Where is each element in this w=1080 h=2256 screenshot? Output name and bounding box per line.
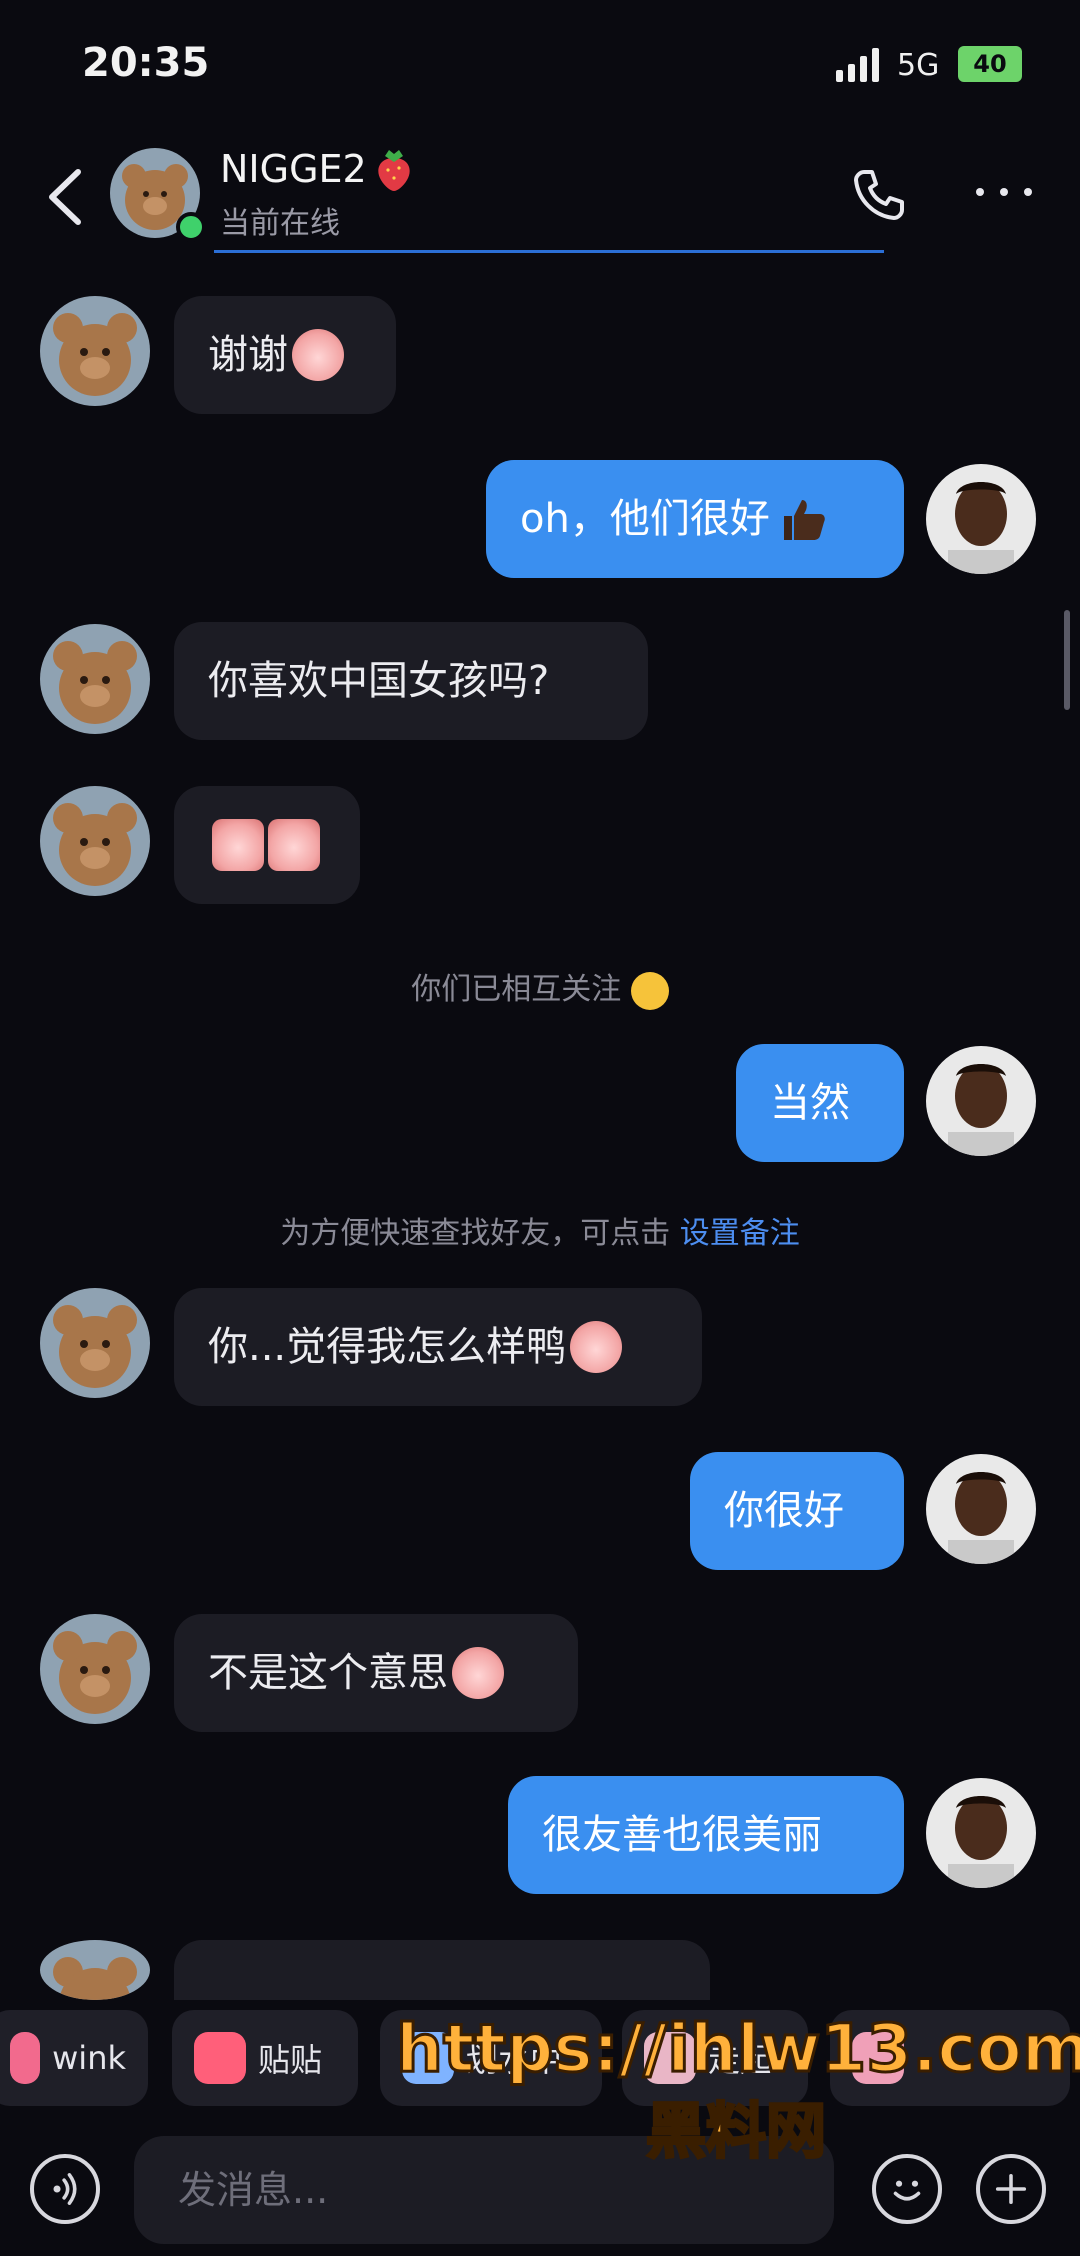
sticker-face-icon: [268, 819, 320, 871]
set-remark-link[interactable]: 设置备注: [680, 1216, 800, 1251]
user-avatar[interactable]: [926, 1454, 1036, 1564]
contact-avatar[interactable]: [40, 1940, 150, 2000]
phone-icon[interactable]: [850, 164, 910, 224]
contact-avatar[interactable]: [40, 1288, 150, 1398]
battery-icon: 40: [958, 46, 1022, 82]
message-bubble-incoming[interactable]: 你...觉得我怎么样鸭: [174, 1288, 702, 1406]
system-notice-remark: 为方便快速查找好友，可点击 设置备注: [0, 1208, 1080, 1252]
wink-face-icon: [630, 971, 669, 1010]
message-text: 谢谢: [208, 332, 288, 378]
user-avatar[interactable]: [926, 1046, 1036, 1156]
system-notice-text: 你们已相互关注: [411, 972, 622, 1007]
message-bubble-incoming[interactable]: [174, 1940, 710, 2000]
quick-reply-wink[interactable]: wink: [0, 2010, 148, 2106]
watermark: https://ihlw13.com 黑料网: [395, 2009, 1080, 2170]
status-time: 20:35: [82, 40, 210, 86]
header-underline: [214, 250, 884, 253]
sticker-face-icon: [212, 819, 264, 871]
more-dots-icon[interactable]: [976, 180, 1032, 204]
contact-avatar[interactable]: [40, 786, 150, 896]
status-bar: 20:35 5G 40: [0, 0, 1080, 130]
chat-header: NIGGE2 当前在线: [0, 140, 1080, 260]
contact-name[interactable]: NIGGE2: [220, 146, 415, 192]
scrollbar[interactable]: [1064, 610, 1070, 710]
signal-icon: [836, 48, 879, 82]
message-text: oh，他们很好: [520, 496, 770, 542]
message-text: 不是这个意思: [208, 1650, 448, 1696]
user-avatar[interactable]: [926, 464, 1036, 574]
network-type: 5G: [897, 48, 940, 83]
strawberry-icon: [378, 150, 410, 191]
contact-avatar[interactable]: [40, 1614, 150, 1724]
blushing-face-icon: [570, 1321, 623, 1373]
crying-face-icon: [292, 329, 344, 381]
watermark-url: https://ihlw13.com: [395, 2009, 1080, 2089]
contact-status: 当前在线: [220, 206, 340, 241]
contact-avatar[interactable]: [40, 296, 150, 406]
sticker-bubble-incoming[interactable]: [174, 786, 360, 904]
quick-reply-label: 贴贴: [258, 2041, 323, 2079]
thumbs-up-icon: [783, 500, 825, 540]
message-text: 你喜欢中国女孩吗?: [208, 658, 550, 704]
message-bubble-incoming[interactable]: 谢谢: [174, 296, 396, 414]
message-text: 你很好: [724, 1488, 844, 1534]
message-bubble-incoming[interactable]: 你喜欢中国女孩吗?: [174, 622, 648, 740]
contact-name-text: NIGGE2: [220, 147, 367, 191]
message-text: 当然: [770, 1080, 850, 1126]
message-text: 很友善也很美丽: [542, 1812, 822, 1858]
voice-icon[interactable]: [30, 2154, 100, 2224]
contact-avatar[interactable]: [40, 624, 150, 734]
message-bubble-incoming[interactable]: 不是这个意思: [174, 1614, 578, 1732]
quick-reply-tietie[interactable]: 贴贴: [172, 2010, 358, 2106]
message-bubble-outgoing[interactable]: 很友善也很美丽: [508, 1776, 904, 1894]
watermark-site: 黑料网: [645, 2096, 828, 2169]
message-text: 你...觉得我怎么样鸭: [208, 1324, 567, 1370]
user-avatar[interactable]: [926, 1778, 1036, 1888]
chevron-left-icon[interactable]: [40, 162, 90, 232]
hug-sticker-icon: [194, 2032, 246, 2084]
online-indicator: [176, 212, 206, 242]
wink-sticker-icon: [10, 2032, 41, 2084]
quick-reply-label: wink: [52, 2039, 126, 2077]
system-notice-text: 为方便快速查找好友，可点击: [280, 1216, 671, 1251]
message-bubble-outgoing[interactable]: 你很好: [690, 1452, 904, 1570]
message-bubble-outgoing[interactable]: 当然: [736, 1044, 904, 1162]
system-notice-mutual-follow: 你们已相互关注: [0, 964, 1080, 1010]
crying-face-icon: [452, 1647, 504, 1699]
message-bubble-outgoing[interactable]: oh，他们很好: [486, 460, 904, 578]
